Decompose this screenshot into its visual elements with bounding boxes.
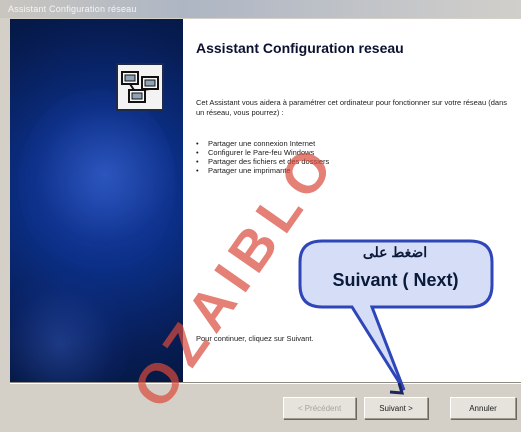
next-button[interactable]: Suivant > <box>364 397 428 419</box>
globe-graphic <box>18 89 176 279</box>
globe-graphic-secondary <box>10 274 130 382</box>
wizard-intro-text: Cet Assistant vous aidera à paramétrer c… <box>196 98 507 117</box>
wizard-heading: Assistant Configuration reseau <box>196 40 404 56</box>
cancel-button[interactable]: Annuler <box>450 397 516 419</box>
back-button[interactable]: < Précédent <box>283 397 356 419</box>
title-bar: Assistant Configuration réseau <box>0 0 521 18</box>
continue-instruction: Pour continuer, cliquez sur Suivant. <box>196 334 314 343</box>
list-item: • Partager des fichiers et des dossiers <box>196 157 330 166</box>
list-item: • Partager une connexion Internet <box>196 139 316 148</box>
callout-label: Suivant ( Next) <box>332 270 459 290</box>
arrow-pointer <box>389 382 405 395</box>
list-item: • Partager une imprimante <box>196 166 291 175</box>
list-item: • Configurer le Pare-feu Windows <box>196 148 315 157</box>
wizard-feature-list: • Partager une connexion Internet • Config… <box>196 139 446 175</box>
button-separator <box>10 382 521 384</box>
window-title: Assistant Configuration réseau <box>8 4 137 14</box>
network-computers-icon <box>116 63 164 111</box>
wizard-window: Assistant Configuration réseau Assistant… <box>0 0 521 432</box>
wizard-side-panel <box>10 19 183 382</box>
wizard-content: Assistant Configuration reseau Cet Assis… <box>183 19 521 382</box>
callout-arabic-text: اضغط على <box>362 244 428 260</box>
